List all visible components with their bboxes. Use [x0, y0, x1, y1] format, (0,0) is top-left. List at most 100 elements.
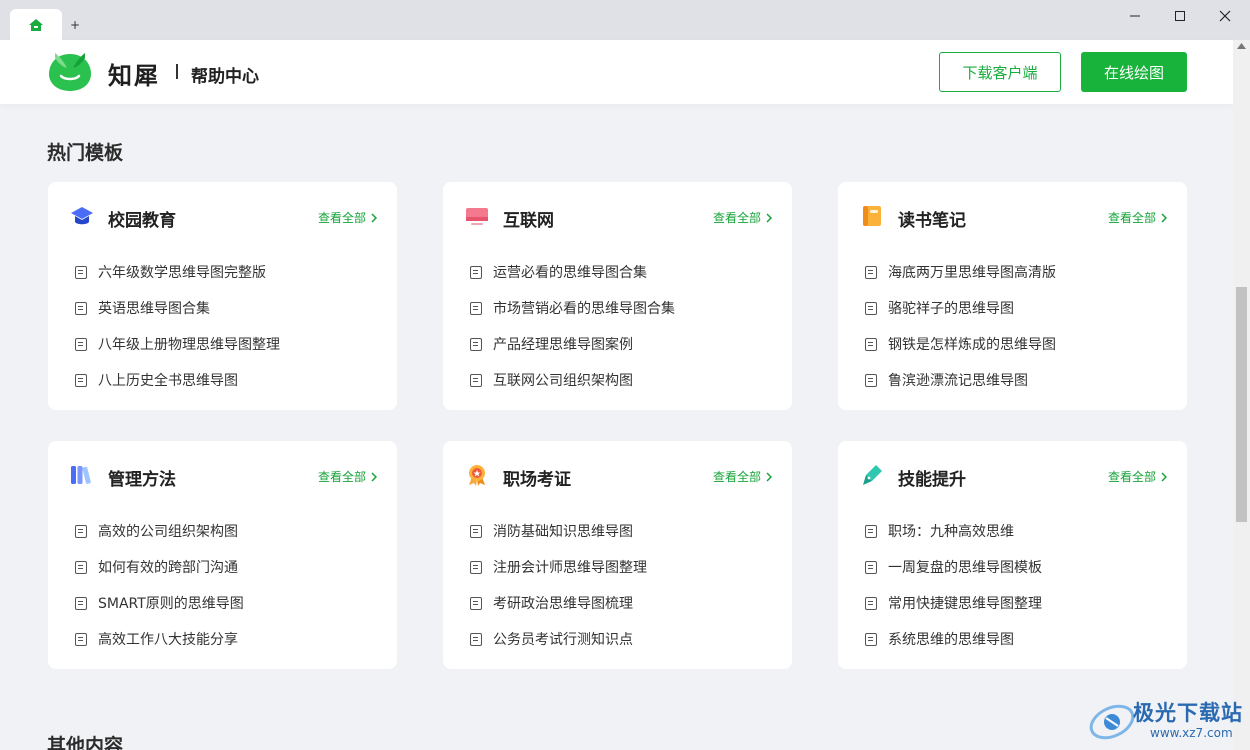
brand-name[interactable]: 知犀 [108, 56, 160, 91]
template-link[interactable]: 市场营销必看的思维导图合集 [470, 290, 675, 326]
template-label: 钢铁是怎样炼成的思维导图 [888, 337, 1056, 353]
template-label: 一周复盘的思维导图模板 [888, 560, 1042, 576]
template-list: 高效的公司组织架构图 如何有效的跨部门沟通 SMART原则的思维导图 高效工作八… [75, 513, 244, 657]
minimize-button[interactable] [1115, 5, 1155, 27]
template-link[interactable]: 八上历史全书思维导图 [75, 362, 280, 398]
template-label: 高效的公司组织架构图 [98, 524, 238, 540]
template-list: 运营必看的思维导图合集 市场营销必看的思维导图合集 产品经理思维导图案例 互联网… [470, 254, 675, 398]
new-tab-button[interactable]: + [70, 18, 80, 32]
card-title: 技能提升 [898, 470, 966, 490]
chevron-right-icon [371, 212, 377, 223]
view-all-link[interactable]: 查看全部 [318, 468, 377, 485]
document-icon [470, 265, 482, 279]
document-icon [75, 596, 87, 610]
document-icon [75, 337, 87, 351]
template-link[interactable]: 高效工作八大技能分享 [75, 621, 244, 657]
template-link[interactable]: 六年级数学思维导图完整版 [75, 254, 280, 290]
view-all-label: 查看全部 [317, 470, 366, 484]
template-label: 英语思维导图合集 [98, 301, 210, 317]
template-label: 运营必看的思维导图合集 [493, 265, 647, 281]
template-link[interactable]: 常用快捷键思维导图整理 [865, 585, 1042, 621]
template-link[interactable]: 钢铁是怎样炼成的思维导图 [865, 326, 1056, 362]
template-list: 六年级数学思维导图完整版 英语思维导图合集 八年级上册物理思维导图整理 八上历史… [75, 254, 280, 398]
category-card-education: 校园教育 查看全部 六年级数学思维导图完整版 英语思维导图合集 八年级上册物理思… [48, 182, 397, 410]
template-link[interactable]: 海底两万里思维导图高清版 [865, 254, 1056, 290]
chevron-right-icon [1161, 212, 1167, 223]
template-label: 高效工作八大技能分享 [98, 632, 238, 648]
view-all-link[interactable]: 查看全部 [318, 209, 377, 226]
scroll-up-arrow-icon[interactable] [1237, 43, 1246, 49]
maximize-button[interactable] [1160, 5, 1200, 27]
document-icon [865, 301, 877, 315]
template-label: 互联网公司组织架构图 [493, 373, 633, 389]
document-icon [470, 632, 482, 646]
document-icon [470, 524, 482, 538]
card-title: 职场考证 [503, 470, 571, 490]
document-icon [75, 373, 87, 387]
home-tab[interactable] [10, 9, 62, 40]
document-icon [865, 373, 877, 387]
template-link[interactable]: 八年级上册物理思维导图整理 [75, 326, 280, 362]
notebook-icon [863, 206, 881, 226]
card-title: 管理方法 [108, 470, 176, 490]
template-label: 海底两万里思维导图高清版 [888, 265, 1056, 281]
template-link[interactable]: 高效的公司组织架构图 [75, 513, 244, 549]
download-client-button[interactable]: 下载客户端 [939, 52, 1061, 92]
category-card-internet: 互联网 查看全部 运营必看的思维导图合集 市场营销必看的思维导图合集 产品经理思… [443, 182, 792, 410]
template-link[interactable]: 英语思维导图合集 [75, 290, 280, 326]
graduation-cap-icon [71, 207, 93, 225]
view-all-link[interactable]: 查看全部 [713, 209, 772, 226]
template-label: 系统思维的思维导图 [888, 632, 1014, 648]
view-all-label: 查看全部 [317, 211, 366, 225]
template-link[interactable]: 互联网公司组织架构图 [470, 362, 675, 398]
card-title: 互联网 [503, 211, 554, 231]
home-icon [29, 18, 43, 31]
online-draw-button[interactable]: 在线绘图 [1081, 52, 1187, 92]
template-link[interactable]: 产品经理思维导图案例 [470, 326, 675, 362]
close-icon [1219, 10, 1231, 22]
books-icon [71, 466, 91, 484]
document-icon [470, 373, 482, 387]
close-button[interactable] [1205, 5, 1245, 27]
view-all-link[interactable]: 查看全部 [1108, 468, 1167, 485]
template-link[interactable]: 注册会计师思维导图整理 [470, 549, 647, 585]
site-header: 知犀 帮助中心 下载客户端 在线绘图 [0, 40, 1233, 104]
view-all-label: 查看全部 [712, 470, 761, 484]
template-link[interactable]: 职场：九种高效思维 [865, 513, 1042, 549]
document-icon [75, 560, 87, 574]
document-icon [470, 596, 482, 610]
card-title: 校园教育 [108, 211, 176, 231]
scrollbar-thumb[interactable] [1236, 287, 1247, 522]
view-all-link[interactable]: 查看全部 [1108, 209, 1167, 226]
template-link[interactable]: 公务员考试行测知识点 [470, 621, 647, 657]
template-link[interactable]: 骆驼祥子的思维导图 [865, 290, 1056, 326]
template-link[interactable]: 鲁滨逊漂流记思维导图 [865, 362, 1056, 398]
category-card-reading-notes: 读书笔记 查看全部 海底两万里思维导图高清版 骆驼祥子的思维导图 钢铁是怎样炼成… [838, 182, 1187, 410]
template-label: 常用快捷键思维导图整理 [888, 596, 1042, 612]
template-label: 考研政治思维导图梳理 [493, 596, 633, 612]
template-link[interactable]: SMART原则的思维导图 [75, 585, 244, 621]
chevron-right-icon [1161, 471, 1167, 482]
template-link[interactable]: 考研政治思维导图梳理 [470, 585, 647, 621]
template-link[interactable]: 运营必看的思维导图合集 [470, 254, 675, 290]
template-list: 职场：九种高效思维 一周复盘的思维导图模板 常用快捷键思维导图整理 系统思维的思… [865, 513, 1042, 657]
document-icon [75, 265, 87, 279]
document-icon [470, 560, 482, 574]
document-icon [470, 337, 482, 351]
hot-templates-heading: 热门模板 [47, 142, 124, 164]
view-all-label: 查看全部 [1107, 470, 1156, 484]
template-link[interactable]: 如何有效的跨部门沟通 [75, 549, 244, 585]
template-link[interactable]: 系统思维的思维导图 [865, 621, 1042, 657]
view-all-label: 查看全部 [712, 211, 761, 225]
rhino-logo-icon[interactable] [47, 50, 93, 92]
template-label: 鲁滨逊漂流记思维导图 [888, 373, 1028, 389]
document-icon [75, 301, 87, 315]
template-link[interactable]: 消防基础知识思维导图 [470, 513, 647, 549]
medal-icon [469, 465, 485, 486]
template-link[interactable]: 一周复盘的思维导图模板 [865, 549, 1042, 585]
template-label: 公务员考试行测知识点 [493, 632, 633, 648]
view-all-link[interactable]: 查看全部 [713, 468, 772, 485]
watermark-url: www.xz7.com [1150, 726, 1233, 740]
card-title: 读书笔记 [898, 211, 966, 231]
help-center-title: 帮助中心 [191, 67, 259, 87]
